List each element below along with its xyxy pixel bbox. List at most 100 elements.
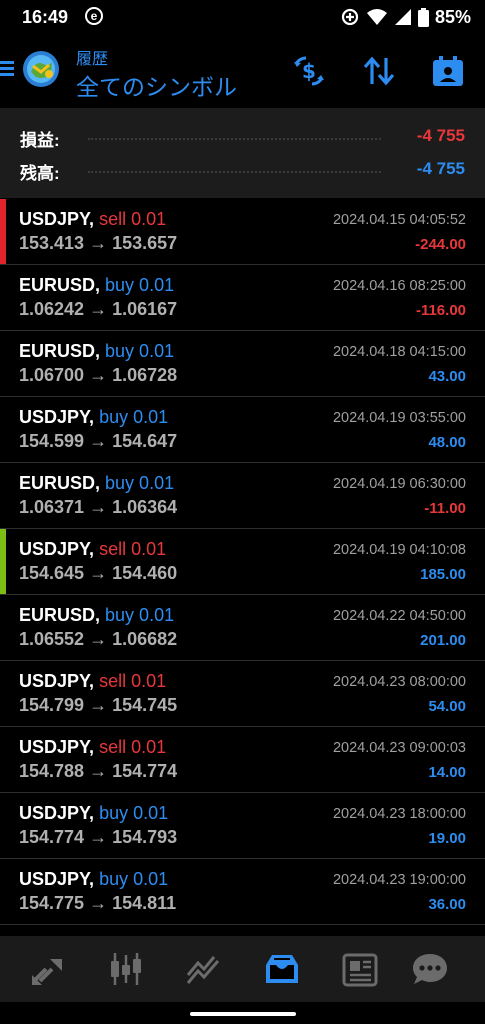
trade-time: 2024.04.23 18:00:00 xyxy=(332,806,466,822)
dotted-leader xyxy=(88,138,381,140)
trade-side: sell 0.01 xyxy=(99,671,167,691)
trade-time: 2024.04.19 04:10:08 xyxy=(332,542,466,558)
trade-time: 2024.04.18 04:15:00 xyxy=(332,344,466,360)
profit-row: 損益: -4 755 xyxy=(20,126,465,150)
trade-title: USDJPY, sell 0.01 xyxy=(19,209,166,230)
trade-row[interactable]: EURUSD, buy 0.01 1.06700 → 1.06728 2024.… xyxy=(0,331,485,397)
trade-prices: 154.775 → 154.811 xyxy=(19,893,177,913)
profit-label: 損益: xyxy=(20,131,60,150)
trade-symbol: USDJPY, xyxy=(19,737,95,757)
row-marker xyxy=(0,529,6,594)
trade-prices: 154.788 → 154.774 xyxy=(19,761,178,781)
trade-title: USDJPY, buy 0.01 xyxy=(19,869,168,890)
trade-row[interactable]: EURUSD, buy 0.01 1.06242 → 1.06167 2024.… xyxy=(0,265,485,331)
trade-side: buy 0.01 xyxy=(105,473,175,493)
trade-title: EURUSD, buy 0.01 xyxy=(19,473,174,494)
trade-title: EURUSD, buy 0.01 xyxy=(19,341,174,362)
trade-profit: 43.00 xyxy=(428,368,466,385)
trade-row[interactable]: USDJPY, buy 0.01 154.775 → 154.811 2024.… xyxy=(0,859,485,925)
trade-profit: 48.00 xyxy=(428,434,466,451)
page-title[interactable]: 全てのシンボル xyxy=(76,68,237,102)
trade-title: USDJPY, buy 0.01 xyxy=(19,803,168,824)
row-marker xyxy=(0,859,6,924)
trade-profit: -11.00 xyxy=(424,500,466,517)
trade-side: sell 0.01 xyxy=(99,539,167,559)
calendar-icon[interactable] xyxy=(431,54,465,88)
trade-row[interactable]: USDJPY, sell 0.01 154.645 → 154.460 2024… xyxy=(0,529,485,595)
news-icon[interactable] xyxy=(340,951,380,987)
trade-profit: 54.00 xyxy=(428,698,466,715)
chat-icon[interactable] xyxy=(410,951,450,987)
menu-icon[interactable] xyxy=(0,61,14,77)
page-subtitle: 履歴 xyxy=(76,51,109,68)
wifi-icon xyxy=(366,9,387,25)
sort-icon[interactable] xyxy=(362,54,396,88)
profit-value: -4 755 xyxy=(416,126,465,145)
trade-row[interactable]: USDJPY, buy 0.01 154.774 → 154.793 2024.… xyxy=(0,793,485,859)
row-marker xyxy=(0,661,6,726)
trade-prices: 154.799 → 154.745 xyxy=(19,695,178,715)
trade-profit: 14.00 xyxy=(428,764,466,781)
dollar-exchange-icon[interactable]: $ xyxy=(292,54,326,88)
trade-symbol: EURUSD, xyxy=(19,473,101,493)
trade-icon[interactable] xyxy=(184,951,224,987)
trade-title: EURUSD, buy 0.01 xyxy=(19,275,174,296)
trade-side: buy 0.01 xyxy=(105,605,175,625)
trade-row[interactable]: USDJPY, sell 0.01 154.799 → 154.745 2024… xyxy=(0,661,485,727)
history-icon[interactable] xyxy=(262,951,302,987)
row-marker xyxy=(0,265,6,330)
trade-prices: 1.06700 → 1.06728 xyxy=(19,365,178,385)
trade-symbol: USDJPY, xyxy=(19,209,95,229)
trade-profit: 19.00 xyxy=(428,830,466,847)
trade-row[interactable]: USDJPY, sell 0.01 153.413 → 153.657 2024… xyxy=(0,199,485,265)
row-marker xyxy=(0,463,6,528)
trade-side: sell 0.01 xyxy=(99,737,167,757)
gesture-bar[interactable] xyxy=(190,1012,296,1016)
trade-side: buy 0.01 xyxy=(99,407,169,427)
signal-icon xyxy=(394,9,411,25)
trade-prices: 1.06242 → 1.06167 xyxy=(19,299,178,319)
trade-row[interactable]: USDJPY, buy 0.01 154.599 → 154.647 2024.… xyxy=(0,397,485,463)
app-logo[interactable] xyxy=(22,50,60,88)
row-marker xyxy=(0,199,6,264)
trade-symbol: EURUSD, xyxy=(19,605,101,625)
trade-title: USDJPY, buy 0.01 xyxy=(19,407,168,428)
chart-icon[interactable] xyxy=(106,951,146,987)
trade-profit: -116.00 xyxy=(415,302,466,319)
row-marker xyxy=(0,793,6,858)
trade-prices: 154.774 → 154.793 xyxy=(19,827,178,847)
trade-profit: 201.00 xyxy=(420,632,466,649)
row-marker xyxy=(0,727,6,792)
balance-label: 残高: xyxy=(20,164,60,183)
trade-profit: -244.00 xyxy=(415,236,466,253)
trade-time: 2024.04.19 03:55:00 xyxy=(332,410,466,426)
app-header: 履歴 全てのシンボル $ xyxy=(0,34,485,108)
trade-prices: 1.06371 → 1.06364 xyxy=(19,497,178,517)
trade-symbol: USDJPY, xyxy=(19,803,95,823)
summary-panel: 損益: -4 755 残高: -4 755 xyxy=(0,108,485,198)
trade-history-list: USDJPY, sell 0.01 153.413 → 153.657 2024… xyxy=(0,199,485,925)
status-time: 16:49 xyxy=(22,7,69,27)
trade-side: buy 0.01 xyxy=(99,869,169,889)
trade-time: 2024.04.16 08:25:00 xyxy=(332,278,466,294)
trade-row[interactable]: EURUSD, buy 0.01 1.06552 → 1.06682 2024.… xyxy=(0,595,485,661)
balance-row: 残高: -4 755 xyxy=(20,159,465,183)
trade-time: 2024.04.15 04:05:52 xyxy=(332,212,466,228)
quotes-icon[interactable] xyxy=(28,951,68,987)
trade-prices: 154.599 → 154.647 xyxy=(19,431,178,451)
trade-side: sell 0.01 xyxy=(99,209,167,229)
trade-row[interactable]: USDJPY, sell 0.01 154.788 → 154.774 2024… xyxy=(0,727,485,793)
trade-title: EURUSD, buy 0.01 xyxy=(19,605,174,626)
trade-symbol: EURUSD, xyxy=(19,275,101,295)
row-marker xyxy=(0,595,6,660)
trade-time: 2024.04.19 06:30:00 xyxy=(332,476,466,492)
row-marker xyxy=(0,397,6,462)
trade-time: 2024.04.22 04:50:00 xyxy=(332,608,466,624)
trade-row[interactable]: EURUSD, buy 0.01 1.06371 → 1.06364 2024.… xyxy=(0,463,485,529)
row-marker xyxy=(0,331,6,396)
svg-text:$: $ xyxy=(302,59,316,83)
bottom-navigation xyxy=(0,936,485,1002)
trade-side: buy 0.01 xyxy=(105,341,175,361)
battery-percent: 85% xyxy=(434,6,471,27)
trade-side: buy 0.01 xyxy=(99,803,169,823)
